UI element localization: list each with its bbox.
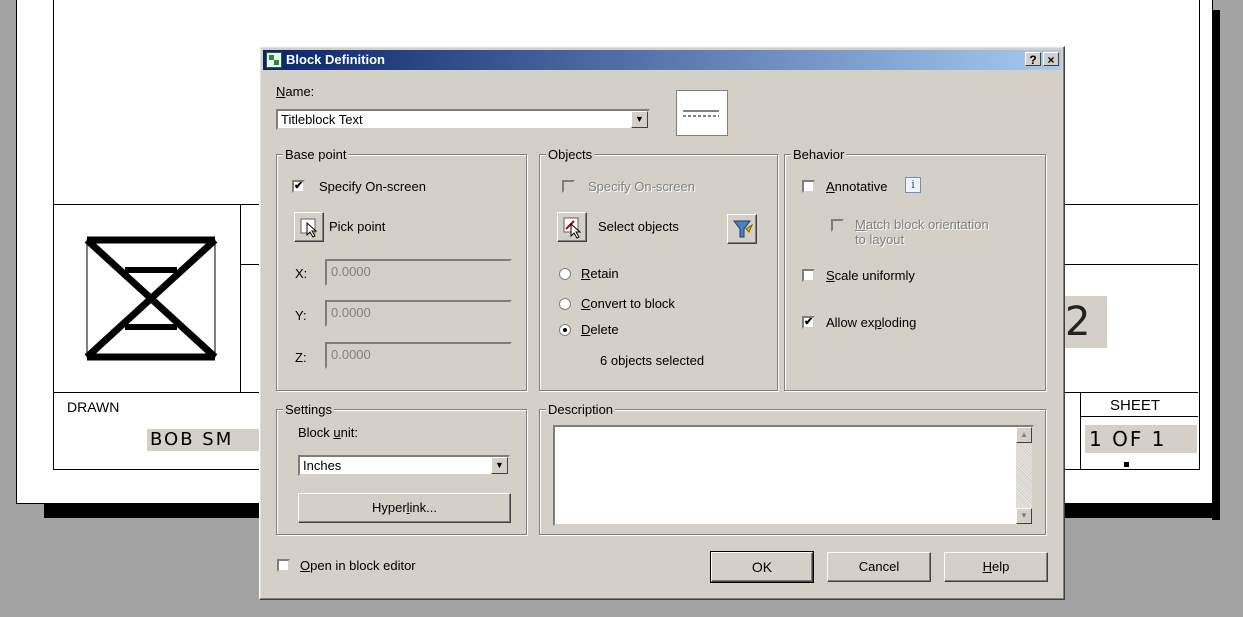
base-point-group: Base point ✔ Specify On-screen Pick poin…	[276, 147, 527, 391]
scale-uniformly-checkbox[interactable]	[802, 269, 815, 282]
titleblock-line	[53, 204, 259, 205]
retain-radio[interactable]	[559, 268, 571, 280]
close-button[interactable]: ×	[1043, 52, 1059, 67]
select-objects-icon	[563, 217, 582, 239]
allow-exploding-label: Allow exploding	[826, 315, 917, 330]
y-label: Y:	[295, 308, 307, 323]
titleblock-line	[1080, 392, 1081, 469]
match-orientation-checkbox[interactable]	[831, 219, 844, 232]
description-title: Description	[546, 402, 616, 417]
name-combobox[interactable]: Titleblock Text ▼	[276, 109, 650, 130]
drawn-value: BOB SM	[147, 429, 262, 451]
behavior-title: Behavior	[791, 147, 847, 162]
description-scrollbar[interactable]: ▲ ▼	[1016, 427, 1032, 524]
quick-select-button[interactable]	[727, 214, 757, 244]
name-label: Name:	[276, 84, 315, 99]
convert-label: Convert to block	[581, 296, 675, 311]
titleblock-line	[240, 264, 259, 265]
specify-onscreen-checkbox[interactable]: ✔	[292, 180, 305, 193]
delete-label: Delete	[581, 322, 619, 337]
convert-radio[interactable]	[559, 298, 571, 310]
paper-shadow	[1212, 10, 1220, 520]
settings-group: Settings Block unit: Inches ▼ Hyperlink.…	[276, 402, 527, 535]
funnel-icon	[733, 220, 754, 238]
base-point-title: Base point	[283, 147, 349, 162]
titleblock-line	[1065, 204, 1198, 205]
drawn-label: DRAWN	[67, 399, 120, 415]
hyperlink-button[interactable]: Hyperlink...	[298, 493, 511, 523]
titleblock-line	[1065, 264, 1198, 265]
dialog-title: Block Definition	[286, 52, 385, 67]
block-unit-value: Inches	[303, 458, 342, 473]
block-unit-combobox[interactable]: Inches ▼	[298, 455, 510, 476]
retain-label: Retain	[581, 266, 619, 281]
x-field[interactable]: 0.0000	[325, 259, 512, 286]
titleblock-line	[1080, 416, 1198, 417]
chevron-down-icon[interactable]: ▼	[631, 111, 648, 128]
description-textarea[interactable]: ▲ ▼	[553, 425, 1034, 526]
pick-point-icon	[300, 218, 318, 238]
objects-specify-onscreen-label: Specify On-screen	[588, 179, 695, 194]
objects-count: 6 objects selected	[600, 353, 705, 368]
drawing-dot	[1124, 462, 1129, 467]
block-unit-label: Block unit:	[298, 425, 358, 440]
name-label-rest: ame:	[285, 84, 315, 99]
help-title-button[interactable]: ?	[1025, 52, 1041, 67]
titleblock-line	[240, 204, 241, 392]
scale-uniformly-label: Scale uniformly	[826, 268, 915, 283]
behavior-group: Behavior Annotative i Match block orient…	[784, 147, 1046, 391]
block-icon	[266, 52, 282, 68]
cancel-button[interactable]: Cancel	[827, 552, 931, 582]
description-group: Description ▲ ▼	[539, 402, 1046, 535]
open-in-editor-checkbox[interactable]	[277, 559, 290, 572]
ok-button[interactable]: OK	[710, 551, 814, 583]
block-preview	[676, 90, 728, 136]
annotative-checkbox[interactable]	[802, 180, 815, 193]
open-in-editor-label: Open in block editor	[300, 558, 416, 573]
select-objects-button[interactable]	[557, 212, 587, 242]
allow-exploding-checkbox[interactable]: ✔	[802, 316, 815, 329]
help-button[interactable]: Help	[944, 552, 1048, 582]
sheet-value: 1 OF 1	[1085, 425, 1197, 453]
chevron-down-icon[interactable]: ▼	[491, 457, 508, 474]
preview-icon	[683, 110, 719, 117]
info-icon[interactable]: i	[905, 177, 921, 193]
dialog-titlebar[interactable]: Block Definition ? ×	[263, 50, 1061, 70]
objects-specify-onscreen-checkbox[interactable]	[562, 180, 575, 193]
scroll-up-icon[interactable]: ▲	[1016, 427, 1032, 443]
block-definition-dialog: Block Definition ? × Name: Titleblock Te…	[259, 46, 1065, 600]
match-orientation-label: Match block orientation to layout	[855, 217, 989, 247]
revision-value: 2	[1065, 296, 1107, 348]
specify-onscreen-label: Specify On-screen	[319, 179, 426, 194]
pick-point-button[interactable]	[294, 212, 324, 242]
z-field[interactable]: 0.0000	[325, 342, 512, 369]
pick-point-label: Pick point	[329, 219, 386, 234]
objects-title: Objects	[546, 147, 595, 162]
y-field[interactable]: 0.0000	[325, 300, 512, 327]
scroll-down-icon[interactable]: ▼	[1016, 508, 1032, 524]
name-value: Titleblock Text	[281, 112, 363, 127]
delete-radio[interactable]	[559, 324, 571, 336]
match-orientation-line2: to layout	[855, 232, 905, 247]
sheet-label: SHEET	[1110, 397, 1161, 414]
x-label: X:	[295, 266, 308, 281]
z-label: Z:	[295, 350, 307, 365]
titleblock-line	[53, 392, 259, 393]
objects-group: Objects Specify On-screen Select objects…	[539, 147, 778, 391]
settings-title: Settings	[283, 402, 334, 417]
annotative-label: Annotative	[826, 179, 888, 194]
select-objects-label: Select objects	[598, 219, 679, 234]
company-logo	[84, 236, 218, 361]
titleblock-line	[1065, 392, 1198, 393]
